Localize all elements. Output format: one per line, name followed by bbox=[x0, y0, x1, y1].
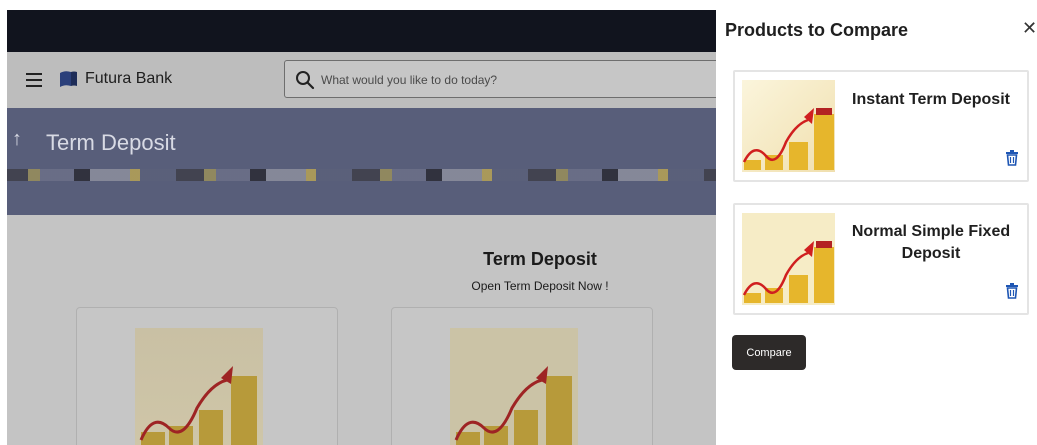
growth-coins-image bbox=[742, 213, 835, 305]
close-icon[interactable]: ✕ bbox=[1022, 19, 1037, 37]
background-page: Futura Bank ↑ Term Deposit Term Deposit … bbox=[0, 0, 716, 445]
growth-coins-image bbox=[742, 80, 835, 172]
section-title: Term Deposit bbox=[483, 249, 597, 269]
panel-title: Products to Compare bbox=[725, 20, 909, 40]
page-title: Term Deposit bbox=[46, 130, 176, 155]
product-card[interactable] bbox=[76, 307, 338, 445]
banner-decoration bbox=[0, 169, 716, 181]
compare-product-card: Instant Term Deposit bbox=[733, 70, 1029, 182]
hamburger-icon[interactable] bbox=[26, 73, 42, 87]
trash-icon[interactable] bbox=[1005, 283, 1019, 299]
product-name: Instant Term Deposit bbox=[852, 91, 1010, 108]
trash-icon[interactable] bbox=[1005, 150, 1019, 166]
compare-panel: Products to Compare ✕ Instant Term Depos… bbox=[716, 0, 1037, 445]
search-input[interactable] bbox=[321, 71, 711, 89]
product-name: Normal Simple Fixed Deposit bbox=[851, 223, 1011, 262]
top-bar bbox=[0, 10, 716, 52]
search-icon bbox=[296, 71, 315, 90]
product-card[interactable] bbox=[391, 307, 653, 445]
compare-button[interactable]: Compare bbox=[732, 335, 806, 370]
app-header: Futura Bank bbox=[0, 52, 716, 108]
page-banner: ↑ Term Deposit bbox=[0, 108, 716, 215]
growth-coins-image bbox=[450, 328, 578, 445]
search-bar[interactable] bbox=[284, 60, 716, 98]
screen: Futura Bank ↑ Term Deposit Term Deposit … bbox=[0, 0, 1037, 445]
back-arrow-icon[interactable]: ↑ bbox=[12, 128, 22, 151]
section-subtitle: Open Term Deposit Now ! bbox=[471, 279, 609, 293]
growth-coins-image bbox=[135, 328, 263, 445]
compare-product-card: Normal Simple Fixed Deposit bbox=[733, 203, 1029, 315]
main-content: Term Deposit Open Term Deposit Now ! bbox=[0, 215, 716, 445]
bank-logo-icon bbox=[60, 71, 77, 87]
window-edge bbox=[0, 0, 7, 445]
brand-name: Futura Bank bbox=[85, 70, 173, 87]
